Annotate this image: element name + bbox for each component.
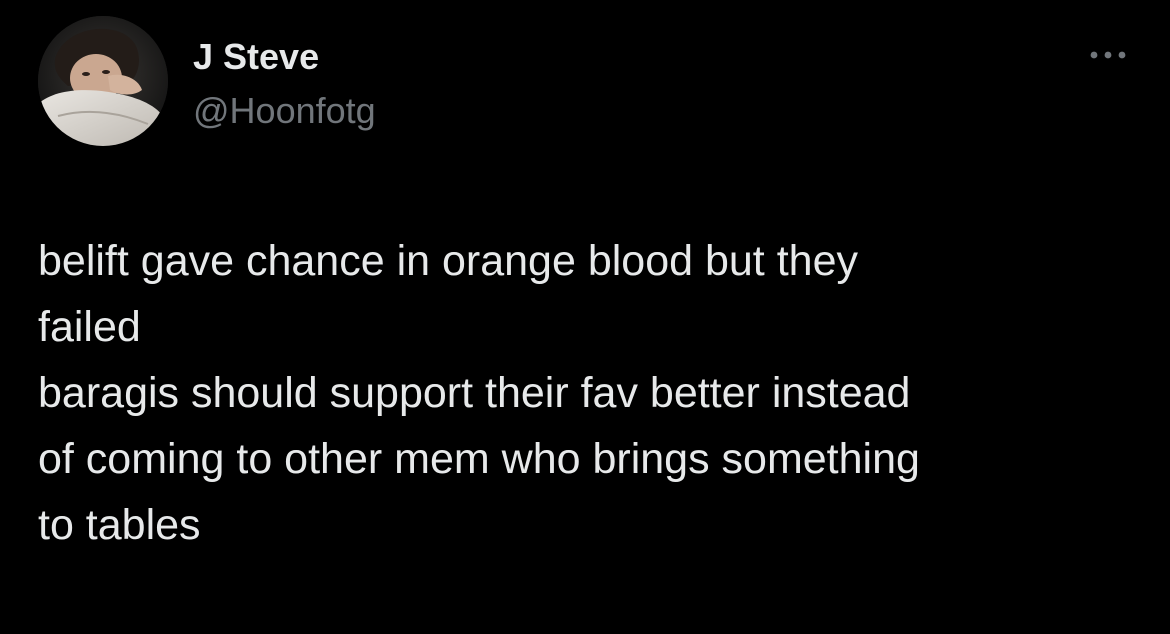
tweet-text-line: belift gave chance in orange blood but t… <box>38 237 858 285</box>
author-handle[interactable]: @Hoonfotg <box>193 90 376 132</box>
more-options-button[interactable] <box>1080 40 1136 70</box>
tweet-card: J Steve @Hoonfotg belift gave chance in … <box>0 0 1170 634</box>
more-options-icon <box>1090 51 1126 59</box>
tweet-text-line: to tables <box>38 501 201 549</box>
profile-photo-icon <box>38 16 168 146</box>
author-display-name[interactable]: J Steve <box>193 36 319 78</box>
tweet-text: belift gave chance in orange blood but t… <box>38 228 1128 558</box>
tweet-text-line: baragis should support their fav better … <box>38 369 911 417</box>
author-avatar[interactable] <box>38 16 168 146</box>
tweet-text-line: failed <box>38 303 141 351</box>
tweet-text-line: of coming to other mem who brings someth… <box>38 435 920 483</box>
